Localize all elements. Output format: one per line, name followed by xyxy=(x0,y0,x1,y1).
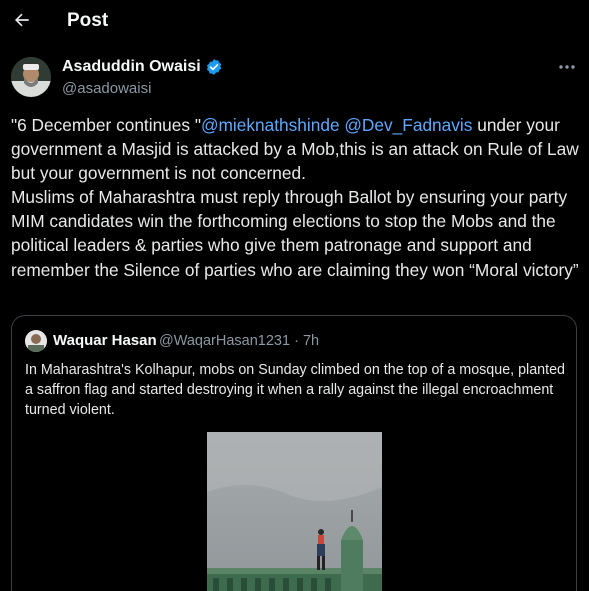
mention-link[interactable]: @mieknathshinde xyxy=(201,115,340,135)
quote-media-image[interactable] xyxy=(207,432,382,591)
author-avatar[interactable] xyxy=(11,57,51,97)
tweet-text-part: "6 December continues " xyxy=(11,115,201,135)
quote-author-avatar[interactable] xyxy=(25,330,47,352)
tweet-text: "6 December continues "@mieknathshinde @… xyxy=(11,113,583,282)
quote-author-meta: @WaqarHasan1231 · 7h xyxy=(159,333,320,349)
quoted-tweet-card[interactable]: Waquar Hasan @WaqarHasan1231 · 7h In Mah… xyxy=(11,315,577,591)
arrow-left-icon xyxy=(15,13,29,27)
top-bar: Post xyxy=(0,0,589,44)
verified-badge-icon xyxy=(206,59,221,75)
quote-text: In Maharashtra's Kolhapur, mobs on Sunda… xyxy=(25,362,565,419)
mention-link[interactable]: @Dev_Fadnavis xyxy=(344,115,472,135)
tweet-text-part: under your government a Masjid is attack… xyxy=(11,115,579,280)
more-options-button[interactable] xyxy=(555,58,579,76)
more-horizontal-icon xyxy=(559,65,575,69)
back-button[interactable] xyxy=(10,8,34,32)
quote-author-name[interactable]: Waquar Hasan xyxy=(53,332,157,349)
author-name-label[interactable]: Asaduddin Owaisi xyxy=(62,58,201,76)
author-name[interactable]: Asaduddin Owaisi xyxy=(62,58,223,76)
author-handle[interactable]: @asadowaisi xyxy=(62,80,151,97)
page-title: Post xyxy=(67,10,109,31)
